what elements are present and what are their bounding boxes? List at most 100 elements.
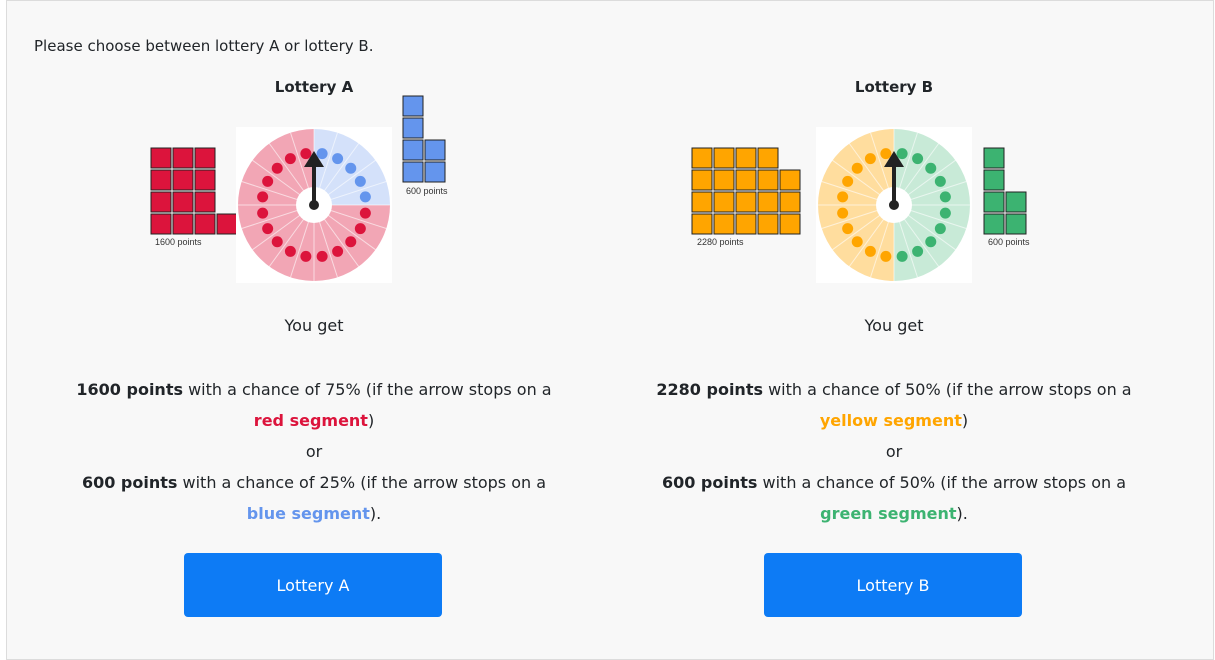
yellow-segment-label: yellow segment xyxy=(819,411,962,430)
lottery-b-outcome-1-chance: with a chance of 50% (if the arrow stops… xyxy=(762,380,1132,399)
lottery-b-or: or xyxy=(885,442,903,461)
lottery-a-wheel-segment-dot xyxy=(316,250,328,262)
lottery-a-outcome-2-tail: ). xyxy=(369,504,382,523)
lottery-b-wheel-segment-dot xyxy=(864,153,876,165)
lottery-b-wheel-segment-dot xyxy=(851,236,863,248)
lottery-a-outcome-2-segment-line: blue segment). xyxy=(24,498,604,529)
lottery-b-outcome-1-block xyxy=(757,191,779,213)
lottery-a-outcome-1-blocks xyxy=(150,147,240,235)
lottery-a-wheel-segment-dot xyxy=(345,162,357,174)
lottery-b-panel: Lottery B 2280 points 600 points You get… xyxy=(604,0,1184,655)
lottery-a-outcome-2-block xyxy=(402,161,424,183)
lottery-b-wheel-segment-dot xyxy=(925,236,937,248)
lottery-a-wheel-arrow-pivot xyxy=(309,200,319,210)
red-segment-label: red segment xyxy=(253,411,368,430)
lottery-b-wheel-segment-dot xyxy=(912,245,924,257)
lottery-a-outcome-1-block xyxy=(172,213,194,235)
lottery-a-outcome-1-block xyxy=(194,169,216,191)
lottery-b-outcome-1-block xyxy=(691,147,713,169)
lottery-a-outcome-2-block xyxy=(402,95,424,117)
blue-segment-label: blue segment xyxy=(246,504,370,523)
lottery-a-outcome-2-chance: with a chance of 25% (if the arrow stops… xyxy=(177,473,547,492)
lottery-b-outcome-1-segment-line: yellow segment) xyxy=(604,405,1184,436)
lottery-a-wheel-segment-dot xyxy=(262,223,274,235)
lottery-b-outcome-1-block xyxy=(713,213,735,235)
lottery-b-outcome-1-points: 2280 points xyxy=(656,380,763,399)
lottery-b-outcome-1-block xyxy=(735,147,757,169)
lottery-a-outcome-2-block xyxy=(424,139,446,161)
lottery-a-description: 1600 points with a chance of 75% (if the… xyxy=(24,374,604,529)
lottery-a-wheel-segment-dot xyxy=(359,191,371,203)
lottery-b-outcome-2-bar-label: 600 points xyxy=(988,237,1030,247)
lottery-b-outcome-2-blocks xyxy=(983,147,1033,235)
lottery-a-wheel-segment-dot xyxy=(271,236,283,248)
lottery-b-wheel-segment-dot xyxy=(912,153,924,165)
lottery-a-wheel-segment-dot xyxy=(257,191,269,203)
lottery-a-outcome-1: 1600 points with a chance of 75% (if the… xyxy=(24,374,604,405)
lottery-b-wheel-segment-dot xyxy=(939,207,951,219)
lottery-a-wheel-segment-dot xyxy=(262,175,274,187)
lottery-a-wheel-segment-dot xyxy=(300,148,312,160)
lottery-b-outcome-1-block xyxy=(757,147,779,169)
lottery-b-outcome-1-block xyxy=(713,191,735,213)
lottery-a-you-get: You get xyxy=(284,316,344,335)
lottery-b-wheel-segment-dot xyxy=(880,148,892,160)
lottery-b-wheel-arrow-pivot xyxy=(889,200,899,210)
lottery-a-outcome-1-chance: with a chance of 75% (if the arrow stops… xyxy=(182,380,552,399)
lottery-b-description: 2280 points with a chance of 50% (if the… xyxy=(604,374,1184,529)
lottery-a-outcome-1-block xyxy=(172,147,194,169)
lottery-b-outcome-1-block xyxy=(779,169,801,191)
lottery-a-outcome-1-block xyxy=(172,169,194,191)
lottery-b-outcome-2: 600 points with a chance of 50% (if the … xyxy=(604,467,1184,498)
lottery-a-wheel-segment-dot xyxy=(316,148,328,160)
lottery-b-outcome-1-block xyxy=(713,169,735,191)
lottery-b-wheel-segment-dot xyxy=(851,162,863,174)
lottery-b-title: Lottery B xyxy=(854,78,934,96)
lottery-a-outcome-1-block xyxy=(194,191,216,213)
lottery-a-outcome-1-block xyxy=(150,213,172,235)
lottery-b-outcome-2-segment-line: green segment). xyxy=(604,498,1184,529)
lottery-a-outcome-2-points: 600 points xyxy=(81,473,178,492)
lottery-b-wheel-segment-dot xyxy=(939,191,951,203)
lottery-b-outcome-1-block xyxy=(757,169,779,191)
lottery-a-wheel-segment-dot xyxy=(359,207,371,219)
lottery-a-wheel-segment-dot xyxy=(284,153,296,165)
lottery-b-outcome-1-tail: ) xyxy=(961,411,969,430)
lottery-b-outcome-1-block xyxy=(757,213,779,235)
lottery-b-outcome-2-block xyxy=(983,169,1005,191)
lottery-b-button[interactable]: Lottery B xyxy=(764,553,1022,617)
lottery-b-outcome-2-tail: ). xyxy=(956,504,968,523)
lottery-b-outcome-1-block xyxy=(735,191,757,213)
lottery-a-wheel-segment-dot xyxy=(284,245,296,257)
lottery-a-outcome-2-block xyxy=(402,139,424,161)
lottery-a-wheel-segment-dot xyxy=(271,162,283,174)
lottery-a-outcome-1-block xyxy=(150,147,172,169)
lottery-b-outcome-1-block xyxy=(779,191,801,213)
lottery-b-wheel-segment-dot xyxy=(842,175,854,187)
lottery-b-wheel-segment-dot xyxy=(842,223,854,235)
lottery-a-wheel xyxy=(236,127,392,283)
lottery-a-outcome-2: 600 points with a chance of 25% (if the … xyxy=(24,467,604,498)
lottery-b-outcome-2-points: 600 points xyxy=(661,473,758,492)
lottery-b-wheel-segment-dot xyxy=(934,223,946,235)
lottery-b-outcome-1-block xyxy=(691,213,713,235)
lottery-b-wheel-segment-dot xyxy=(880,250,892,262)
lottery-b-outcome-1-block xyxy=(779,213,801,235)
lottery-a-outcome-1-block xyxy=(150,191,172,213)
lottery-a-outcome-1-segment-line: red segment) xyxy=(24,405,604,436)
lottery-a-wheel-segment-dot xyxy=(354,223,366,235)
lottery-a-panel: Lottery A 1600 points 600 points You get… xyxy=(24,0,604,655)
lottery-a-outcome-1-block xyxy=(216,213,238,235)
lottery-a-button[interactable]: Lottery A xyxy=(184,553,442,617)
lottery-a-wheel-segment-dot xyxy=(345,236,357,248)
lottery-a-outcome-1-bar-label: 1600 points xyxy=(155,237,202,247)
lottery-b-outcome-1-block xyxy=(735,213,757,235)
lottery-a-outcome-1-points: 1600 points xyxy=(76,380,183,399)
lottery-a-outcome-1-block xyxy=(172,191,194,213)
lottery-a-outcome-1-tail: ) xyxy=(367,411,375,430)
lottery-a-outcome-1-block xyxy=(194,213,216,235)
lottery-b-wheel-segment-dot xyxy=(837,191,849,203)
lottery-a-outcome-1-block xyxy=(194,147,216,169)
lottery-b-wheel-segment-dot xyxy=(896,250,908,262)
lottery-a-outcome-1-block xyxy=(150,169,172,191)
